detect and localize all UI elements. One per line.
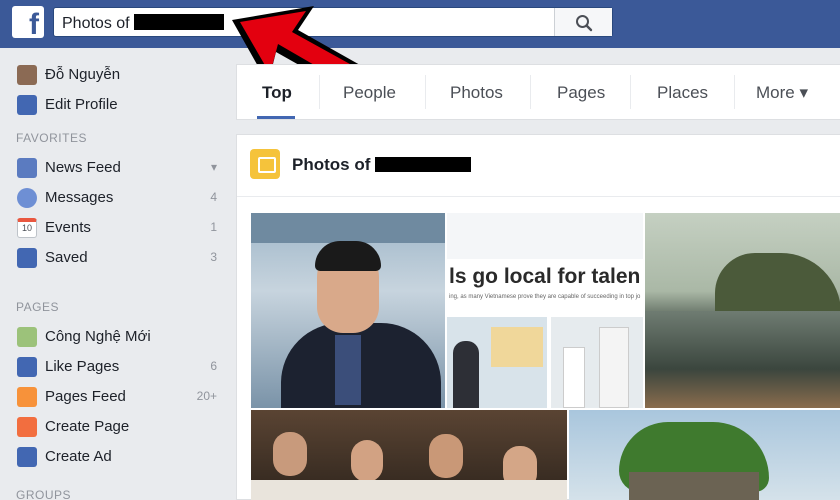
pencil-icon [17,95,37,115]
megaphone-icon [17,387,37,407]
profile-name: Đỗ Nguyễn [45,66,121,83]
photo-inset-person [453,341,479,408]
photo-banner-subtext: ing, as many Vietnamese prove they are c… [449,294,641,300]
photo-person-shirt [335,335,361,405]
page-avatar-icon [17,327,37,347]
tab-divider [319,75,320,109]
card-header: Photos of [237,135,840,197]
redacted-name [134,14,225,30]
sidebar-item-saved[interactable]: Saved 3 [17,247,217,269]
photo-sea [645,311,840,408]
sidebar-item-label: Events [45,219,91,236]
chart-icon [17,447,37,467]
sidebar-item-messages[interactable]: Messages 4 [17,187,217,209]
tab-divider [530,75,531,109]
search-query-text: Photos of [62,15,130,32]
search-icon [576,15,593,32]
redacted-name [375,157,472,172]
photo-cliff [715,253,840,313]
photo-background [447,213,643,259]
sidebar-item-label: Messages [45,189,114,206]
sidebar-item-edit-profile[interactable]: Edit Profile [17,94,217,116]
left-sidebar: Đỗ Nguyễn Edit Profile FAVORITES News Fe… [0,48,230,500]
sidebar-item-like-pages[interactable]: Like Pages 6 [17,356,217,378]
tab-places[interactable]: Places [657,83,708,103]
photo-inset-screen [491,327,543,367]
create-page-icon [17,417,37,437]
bookmark-icon [17,248,37,268]
sidebar-item-label: Create Ad [45,448,112,465]
photo-banner-text: ls go local for talen [449,265,641,288]
photo-person-face [429,434,463,478]
sidebar-item-count: 3 [210,250,217,264]
pages-heading: PAGES [16,300,59,314]
sidebar-item-label: Saved [45,249,88,266]
photo-inset-person [599,327,629,408]
favorites-heading: FAVORITES [16,131,87,145]
photo-thumbnail[interactable] [251,213,445,408]
photo-person-face [273,432,307,476]
news-feed-icon [17,158,37,178]
tab-more[interactable]: More ▾ [756,83,808,103]
photo-inset-right [551,317,643,408]
top-bar: f Photos of [0,0,840,48]
sidebar-profile[interactable]: Đỗ Nguyễn [17,64,217,86]
sidebar-item-count: 1 [210,220,217,234]
sidebar-item-cong-nghe-moi[interactable]: Công Nghệ Mới [17,326,217,348]
photo-thumbnail[interactable]: ls go local for talen ing, as many Vietn… [447,213,643,408]
tab-pages[interactable]: Pages [557,83,605,103]
photo-thumbnail[interactable] [569,410,840,500]
tab-divider [630,75,631,109]
sidebar-item-label: Công Nghệ Mới [45,328,151,345]
photo-person-hair [315,241,381,271]
messages-icon [17,188,37,208]
sidebar-item-create-ad[interactable]: Create Ad [17,446,217,468]
card-title-text: Photos of [292,155,371,174]
news-feed-options-icon[interactable]: ▾ [211,160,217,174]
sidebar-item-news-feed[interactable]: News Feed ▾ [17,157,217,179]
search-filter-tabs: Top People Photos Pages Places More ▾ [236,64,840,120]
photo-thumbnail[interactable] [251,410,567,500]
tab-photos[interactable]: Photos [450,83,503,103]
sidebar-item-create-page[interactable]: Create Page [17,416,217,438]
sidebar-item-label: Create Page [45,418,130,435]
facebook-logo-icon[interactable]: f [12,6,44,38]
photo-thumbnail[interactable] [645,213,840,408]
sidebar-item-label: Pages Feed [45,388,126,405]
photo-background [251,213,445,243]
avatar [17,65,37,85]
photo-island-rock [629,472,759,500]
thumbs-up-icon [17,357,37,377]
sidebar-item-pages-feed[interactable]: Pages Feed 20+ [17,386,217,408]
calendar-icon: 10 [17,218,37,238]
photo-person-face [351,440,383,482]
sidebar-item-count: 6 [210,359,217,373]
sidebar-item-count: 20+ [196,389,217,403]
photo-person-suit [281,323,441,408]
photo-inset-left [447,317,547,408]
tab-top[interactable]: Top [262,83,292,103]
sidebar-item-label: Edit Profile [45,96,118,113]
sidebar-item-label: Like Pages [45,358,120,375]
sidebar-item-count: 4 [210,190,217,204]
tab-divider [425,75,426,109]
sidebar-item-label: News Feed [45,159,121,176]
search-query: Photos of [62,14,225,33]
tab-divider [734,75,735,109]
card-title[interactable]: Photos of [292,155,472,175]
photo-icon [250,149,280,179]
photos-results-card: Photos of ls go local for talen ing, as … [236,134,840,500]
tab-people[interactable]: People [343,83,396,103]
active-tab-indicator [257,116,295,119]
search-button[interactable] [554,8,612,36]
groups-heading: GROUPS [16,488,72,500]
photo-inset-person [563,347,585,408]
sidebar-item-events[interactable]: 10 Events 1 [17,217,217,239]
photo-person-shirts [251,480,567,500]
